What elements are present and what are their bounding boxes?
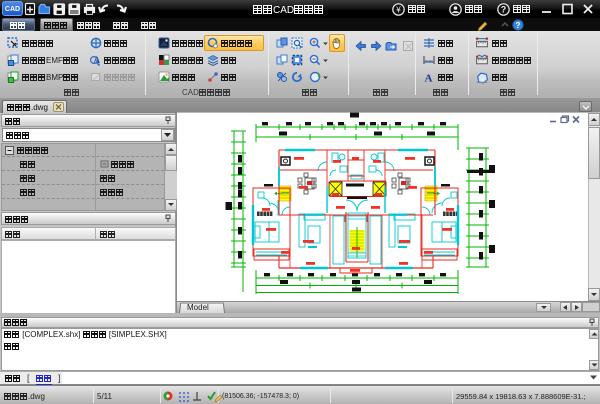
svg-text:A: A [425,73,433,84]
svg-text:¥: ¥ [395,6,401,15]
svg-text:?: ? [501,5,507,15]
svg-text:?: ? [516,21,521,30]
